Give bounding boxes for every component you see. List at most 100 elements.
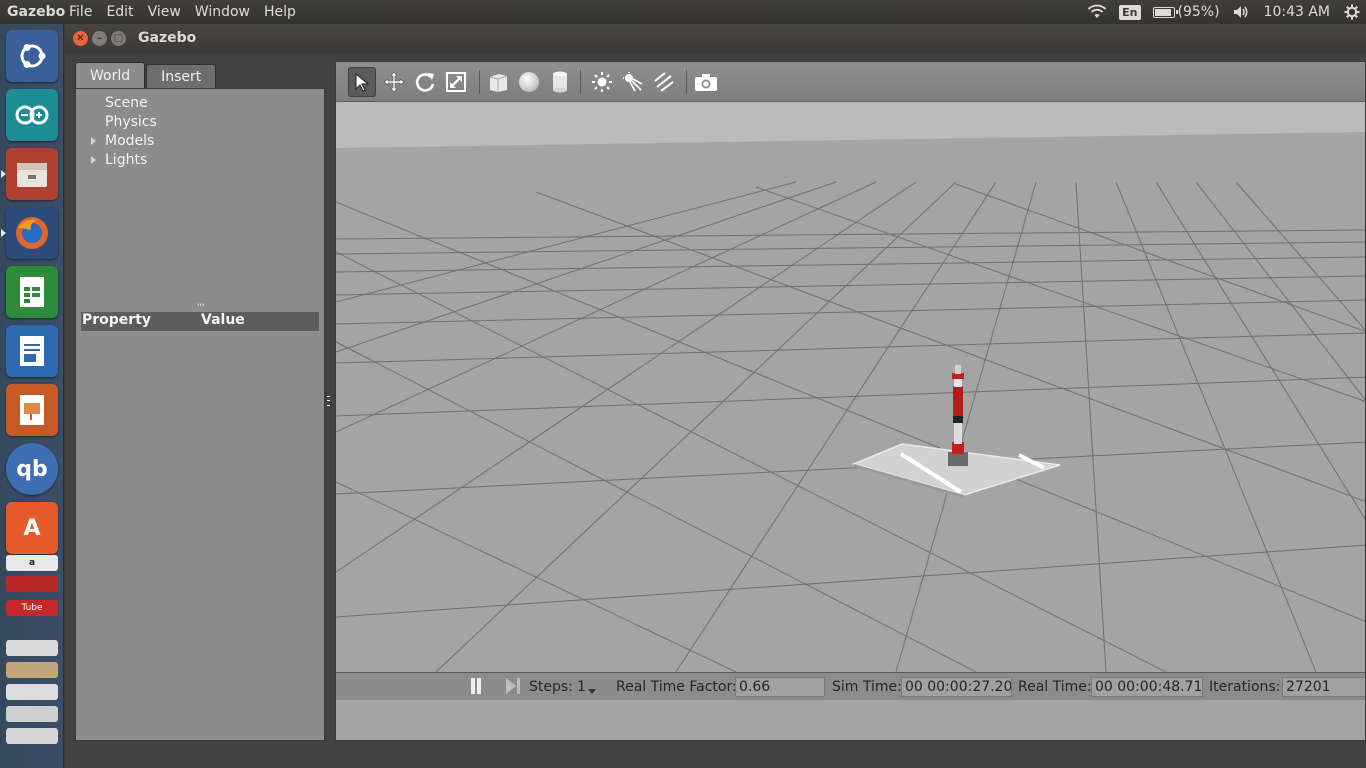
sim-time-label: Sim Time: — [832, 679, 902, 695]
battery-indicator[interactable]: (95%) — [1152, 4, 1220, 20]
toolbar-separator — [686, 70, 687, 94]
tree-item-scene[interactable]: Scene — [105, 95, 148, 111]
real-time-factor-value: 0.66 — [735, 677, 825, 697]
stacked-app-icon[interactable] — [6, 662, 58, 678]
sphere-shape-icon[interactable] — [515, 67, 543, 97]
scale-mode-icon[interactable] — [442, 67, 470, 97]
tree-item-label: Models — [105, 133, 155, 149]
spot-light-icon[interactable] — [619, 67, 647, 97]
trash-icon[interactable] — [6, 728, 58, 744]
rotate-mode-icon[interactable] — [411, 67, 439, 97]
robot-gripper — [955, 365, 961, 374]
firefox-running-indicator — [1, 229, 6, 237]
real-time-factor-label: Real Time Factor: — [616, 679, 737, 695]
tree-item-physics[interactable]: Physics — [105, 114, 157, 130]
battery-percent-label: (95%) — [1177, 4, 1220, 20]
top-panel: Gazebo File Edit View Window Help En (95… — [0, 0, 1366, 24]
menu-view[interactable]: View — [141, 4, 188, 20]
stacked-app-icon[interactable] — [6, 706, 58, 722]
3d-scene[interactable] — [336, 102, 1366, 672]
iterations-label: Iterations: — [1209, 679, 1281, 695]
column-header-value: Value — [201, 312, 245, 328]
stacked-app-icon[interactable] — [6, 684, 58, 700]
clock[interactable]: 10:43 AM — [1264, 4, 1330, 20]
pause-icon[interactable] — [468, 677, 484, 699]
libreoffice-impress-icon[interactable] — [6, 384, 58, 436]
volume-icon[interactable] — [1232, 4, 1250, 20]
gazebo-window: ✕ – □ Gazebo World Insert Scene Physics … — [65, 24, 1366, 768]
panel-splitter-handle[interactable]: ''' — [197, 304, 204, 313]
toolbar-separator — [580, 70, 581, 94]
menu-bar: File Edit View Window Help — [62, 4, 303, 20]
tree-item-lights[interactable]: Lights — [91, 152, 148, 168]
menu-edit[interactable]: Edit — [99, 4, 140, 20]
iterations-value: 27201 — [1282, 677, 1365, 697]
stacked-app-icon[interactable] — [6, 576, 58, 592]
render-toolbar — [336, 62, 1365, 102]
world-panel: Scene Physics Models Lights ''' Property… — [75, 88, 325, 741]
maximize-icon[interactable]: □ — [111, 31, 126, 46]
window-bottom-strip — [65, 741, 1366, 768]
tree-item-models[interactable]: Models — [91, 133, 155, 149]
steps-dropdown-icon[interactable] — [588, 683, 596, 699]
screenshot-camera-icon[interactable] — [692, 67, 720, 97]
column-header-property: Property — [82, 312, 152, 328]
ubuntu-dash-icon[interactable] — [6, 30, 58, 82]
wifi-icon[interactable] — [1087, 4, 1107, 20]
point-light-icon[interactable] — [588, 67, 616, 97]
step-forward-icon[interactable] — [504, 677, 522, 699]
tab-world[interactable]: World — [75, 62, 146, 88]
close-icon[interactable]: ✕ — [73, 31, 88, 46]
render-view[interactable]: Steps: 1 Real Time Factor: 0.66 Sim Time… — [335, 61, 1366, 741]
real-time-label: Real Time: — [1018, 679, 1092, 695]
keyboard-layout-indicator[interactable]: En — [1119, 4, 1141, 20]
menu-help[interactable]: Help — [257, 4, 303, 20]
files-icon[interactable] — [6, 148, 58, 200]
youtube-icon[interactable]: Tube — [6, 600, 58, 616]
launcher: qb A a Tube — [0, 24, 64, 768]
app-name: Gazebo — [7, 4, 66, 20]
libreoffice-writer-icon[interactable] — [6, 325, 58, 377]
left-panel-tabs: World Insert — [75, 62, 217, 88]
cylinder-shape-icon[interactable] — [546, 67, 574, 97]
menu-file[interactable]: File — [62, 4, 99, 20]
expand-arrow-icon[interactable] — [91, 137, 96, 145]
robot-base — [948, 452, 968, 466]
directional-light-icon[interactable] — [650, 67, 678, 97]
minimize-icon[interactable]: – — [92, 31, 107, 46]
tab-insert[interactable]: Insert — [146, 64, 217, 88]
tree-item-label: Lights — [105, 152, 148, 168]
ground-plane — [336, 102, 1365, 672]
qbittorrent-icon[interactable]: qb — [6, 443, 58, 495]
menu-window[interactable]: Window — [188, 4, 257, 20]
battery-level — [1154, 8, 1171, 16]
expand-arrow-icon[interactable] — [91, 156, 96, 164]
real-time-value: 00 00:00:48.713 — [1091, 677, 1203, 697]
firefox-icon[interactable] — [6, 207, 58, 259]
box-shape-icon[interactable] — [484, 67, 512, 97]
robot-joint — [953, 415, 963, 423]
window-title: Gazebo — [138, 30, 197, 46]
title-bar[interactable]: ✕ – □ Gazebo — [65, 24, 1366, 53]
stacked-app-icon[interactable] — [6, 640, 58, 656]
main-splitter-handle[interactable] — [327, 396, 330, 406]
select-mode-icon[interactable] — [348, 67, 376, 97]
indicator-area: En (95%) 10:43 AM — [1075, 0, 1366, 24]
battery-icon — [1152, 6, 1178, 18]
translate-mode-icon[interactable] — [380, 67, 408, 97]
robot-link — [953, 386, 963, 416]
robot-link — [954, 422, 962, 444]
amazon-icon[interactable]: a — [6, 555, 58, 571]
libreoffice-calc-icon[interactable] — [6, 266, 58, 318]
toolbar-separator — [479, 70, 480, 94]
property-table-header: Property Value — [81, 312, 319, 331]
files-running-indicator — [1, 170, 6, 178]
ubuntu-software-icon[interactable]: A — [6, 502, 58, 554]
steps-value[interactable]: 1 — [577, 679, 586, 695]
status-bar: Steps: 1 Real Time Factor: 0.66 Sim Time… — [336, 672, 1365, 700]
settings-gear-icon[interactable] — [1344, 4, 1360, 20]
steps-label: Steps: — [529, 679, 573, 695]
robot-link — [954, 379, 962, 387]
arduino-icon[interactable] — [6, 89, 58, 141]
sim-time-value: 00 00:00:27.201 — [901, 677, 1012, 697]
